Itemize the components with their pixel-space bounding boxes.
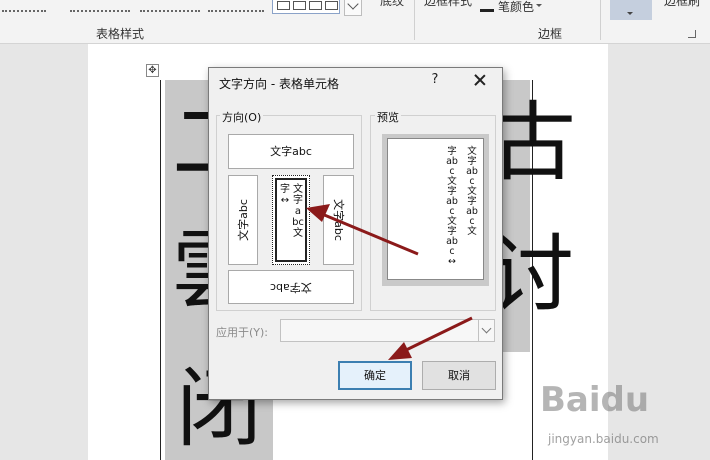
text-direction-dialog: 文字方向 - 表格单元格 ? 方向(O) 预览 文字abc 文字abc 文字ab… bbox=[208, 67, 503, 400]
ribbon: 底纹 边框样式 笔颜色 边框刷 表格样式 边框 bbox=[0, 0, 710, 44]
border-painter-button[interactable]: 边框刷 bbox=[664, 0, 700, 9]
watermark-logo: Baidu bbox=[540, 380, 650, 420]
pen-color-icon bbox=[480, 2, 494, 12]
shading-button[interactable]: 底纹 bbox=[380, 0, 404, 9]
table-style-thumb[interactable] bbox=[70, 0, 130, 12]
direction-option-rotate-left[interactable]: 文字abc bbox=[228, 175, 258, 265]
option-label: 文字abc bbox=[237, 199, 250, 241]
option-label: 字↔ bbox=[280, 184, 290, 206]
table-style-thumb[interactable] bbox=[2, 0, 46, 12]
ribbon-separator bbox=[600, 0, 601, 40]
table-border bbox=[160, 80, 161, 460]
direction-option-rotate-right[interactable]: 文字abc bbox=[323, 175, 354, 265]
border-styles-button[interactable]: 边框样式 bbox=[424, 0, 472, 9]
cancel-button[interactable]: 取消 bbox=[422, 361, 496, 390]
chevron-down-icon bbox=[347, 0, 359, 10]
direction-option-flipped[interactable]: 文字abc bbox=[228, 270, 354, 304]
apply-to-select[interactable] bbox=[280, 319, 495, 342]
ribbon-separator bbox=[414, 0, 415, 40]
selected-option-frame: 文字abc文 字↔ bbox=[275, 178, 307, 262]
dialog-body: 方向(O) 预览 文字abc 文字abc 文字abc文 字↔ 文字abc 文字a… bbox=[212, 96, 499, 398]
option-label: 文字abc文 bbox=[292, 184, 304, 239]
option-label: 文字abc bbox=[270, 145, 312, 158]
direction-legend: 方向(O) bbox=[220, 109, 264, 125]
dialog-title: 文字方向 - 表格单元格 bbox=[219, 77, 339, 91]
table-style-thumb[interactable] bbox=[140, 0, 200, 12]
group-label-borders: 边框 bbox=[538, 27, 563, 41]
chevron-down-icon[interactable] bbox=[478, 320, 495, 341]
preview-text: 字abc文字abc文字abc↔ bbox=[446, 146, 458, 267]
dialog-launcher-icon[interactable] bbox=[688, 30, 696, 38]
preview-text: 文字abc文字abc文 bbox=[466, 146, 478, 237]
help-icon[interactable]: ? bbox=[427, 72, 443, 90]
option-label: 文字abc bbox=[331, 199, 345, 241]
table-move-handle-icon[interactable]: ✥ bbox=[146, 64, 159, 77]
close-icon[interactable] bbox=[471, 71, 489, 89]
direction-option-horizontal[interactable]: 文字abc bbox=[228, 134, 354, 169]
chevron-down-icon[interactable] bbox=[536, 4, 542, 7]
ok-button[interactable]: 确定 bbox=[338, 361, 412, 390]
chevron-down-icon[interactable] bbox=[627, 12, 633, 15]
option-label: 文字abc bbox=[270, 281, 312, 294]
pen-color-button[interactable]: 笔颜色 bbox=[498, 0, 534, 15]
apply-to-label: 应用于(Y): bbox=[216, 326, 269, 339]
preview-legend: 预览 bbox=[375, 109, 401, 125]
table-styles-more-button[interactable] bbox=[344, 0, 362, 16]
group-label-table-styles: 表格样式 bbox=[96, 27, 145, 41]
watermark-url: jingyan.baidu.com bbox=[548, 432, 659, 446]
table-style-selected[interactable] bbox=[272, 0, 340, 14]
preview-page: 文字abc文字abc文 字abc文字abc文字abc↔ bbox=[387, 138, 484, 280]
table-style-thumb[interactable] bbox=[208, 0, 264, 12]
borders-button[interactable] bbox=[610, 0, 652, 20]
direction-option-vertical[interactable]: 文字abc文 字↔ bbox=[272, 175, 310, 265]
